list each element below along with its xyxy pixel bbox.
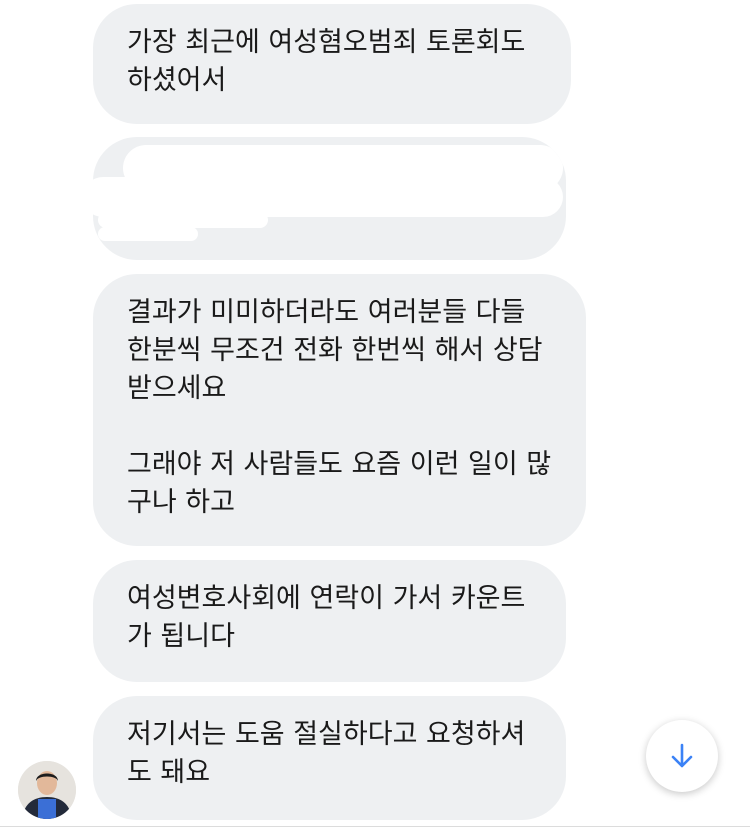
message-bubble: 결과가 미미하더라도 여러분들 다들 한분씩 무조건 전화 한번씩 해서 상담 …: [93, 274, 586, 546]
person-avatar-icon: [18, 761, 76, 819]
message-bubble-redacted: 시고: [93, 137, 566, 260]
message-bubble: 저기서는 도움 절실하다고 요청하셔 도 돼요: [93, 696, 566, 820]
redaction-mark: [93, 177, 563, 217]
message-bubble: 여성변호사회에 연락이 가서 카운트 가 됩니다: [93, 560, 566, 682]
scroll-to-bottom-button[interactable]: [646, 720, 718, 792]
divider: [0, 826, 750, 827]
message-bubble: 가장 최근에 여성혐오범죄 토론회도 하셨어서: [93, 4, 571, 124]
redaction-mark: [98, 227, 198, 241]
sender-avatar[interactable]: [18, 761, 76, 819]
redaction-mark: [98, 212, 268, 228]
arrow-down-icon: [671, 743, 693, 768]
